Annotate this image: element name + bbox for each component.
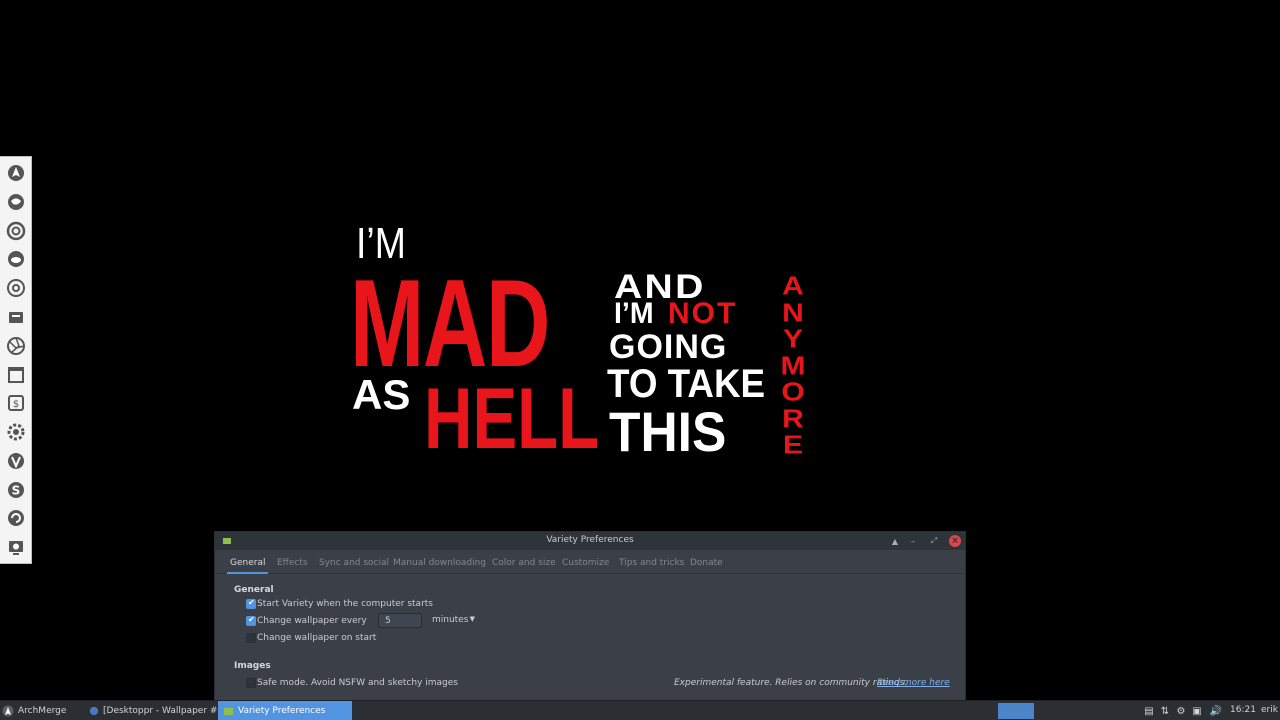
start-on-boot-label[interactable]: Start Variety when the computer starts [257, 599, 433, 609]
svg-text:S: S [12, 484, 21, 498]
wallpaper-anymore-letter: N [782, 299, 804, 328]
wallpaper-anymore-letter: A [782, 272, 804, 301]
safe-mode-checkbox[interactable] [246, 678, 256, 688]
safe-mode-label[interactable]: Safe mode. Avoid NSFW and sketchy images [257, 678, 458, 688]
firefox-icon[interactable] [5, 191, 27, 213]
close-icon[interactable]: × [949, 535, 961, 547]
change-on-start-checkbox[interactable] [246, 633, 256, 643]
wallpaper-word-hell: HELL [424, 371, 600, 467]
wallpaper-word-im-2: I’M [614, 297, 654, 330]
minimize-icon[interactable]: – [907, 535, 919, 547]
tab-donate[interactable]: Donate [690, 558, 723, 568]
wallpaper-word-mad: MAD [350, 255, 550, 393]
left-dock: $ S [0, 156, 32, 564]
tab-general[interactable]: General [226, 558, 269, 574]
aperture-icon[interactable] [5, 335, 27, 357]
cat-icon[interactable] [5, 248, 27, 270]
debian-swirl-icon[interactable] [5, 220, 27, 242]
window-titlebar[interactable]: Variety Preferences ▲ – ⤢ × [215, 532, 965, 550]
window-title: Variety Preferences [546, 535, 634, 545]
browser-icon [89, 705, 99, 717]
svg-text:$: $ [13, 399, 19, 410]
volume-icon[interactable]: 🔊 [1210, 705, 1222, 717]
wallpaper-anymore-letter: Y [782, 325, 803, 354]
wallpaper-anymore-letter: R [782, 405, 804, 434]
tab-customize[interactable]: Customize [562, 558, 609, 568]
wallpaper-anymore-letter: M [780, 352, 806, 381]
archmerge-icon[interactable] [5, 162, 27, 184]
chromium-icon[interactable] [5, 277, 27, 299]
arch-logo-icon [2, 705, 14, 717]
tab-sync-and-social[interactable]: Sync and social [319, 558, 389, 568]
read-more-link[interactable]: Read more here [877, 678, 950, 688]
wallpaper-word-as: AS [352, 371, 411, 418]
variety-preferences-window: Variety Preferences ▲ – ⤢ × General Effe… [214, 531, 966, 703]
start-menu-label: ArchMerge [18, 706, 67, 716]
variety-task-icon [222, 705, 234, 717]
interval-value-input[interactable]: 5 [378, 613, 422, 628]
images-section-heading: Images [234, 661, 271, 671]
general-section-heading: General [234, 585, 274, 595]
user-name[interactable]: erik [1261, 705, 1278, 715]
wallpaper-word-going: GOING [609, 328, 728, 366]
tab-effects[interactable]: Effects [277, 558, 308, 568]
maximize-icon[interactable]: ⤢ [928, 535, 940, 547]
tab-color-and-size[interactable]: Color and size [492, 558, 556, 568]
start-on-boot-checkbox[interactable] [246, 598, 256, 609]
keep-above-icon[interactable]: ▲ [889, 535, 901, 547]
clipboard-icon[interactable]: ▤ [1143, 705, 1155, 717]
wallpaper-word-this: THIS [609, 400, 727, 463]
workspace-pager[interactable] [998, 703, 1034, 719]
task-variety-label: Variety Preferences [238, 706, 326, 716]
wallpaper-word-to-take: TO TAKE [607, 362, 766, 406]
window-icon[interactable] [5, 364, 27, 386]
start-menu-button[interactable]: ArchMerge [2, 701, 72, 720]
files-icon[interactable] [5, 306, 27, 328]
change-on-start-label[interactable]: Change wallpaper on start [257, 633, 376, 643]
screenshot-icon[interactable] [5, 536, 27, 558]
network-updown-icon[interactable]: ⇅ [1159, 705, 1171, 717]
wallpaper-anymore-letter: E [782, 431, 803, 460]
preferences-tabs: General Effects Sync and social Manual d… [215, 550, 965, 574]
dollar-terminal-icon[interactable]: $ [5, 392, 27, 414]
change-wallpaper-every-label[interactable]: Change wallpaper every [257, 616, 367, 626]
taskbar: ArchMerge [Desktoppr - Wallpaper #... Va… [0, 700, 1280, 720]
interval-unit-dropdown[interactable]: minutes ▼ [428, 613, 478, 628]
settings-gear-icon[interactable] [5, 421, 27, 443]
chevron-down-icon: ▼ [469, 615, 475, 623]
interval-unit-value: minutes [432, 615, 469, 625]
wallpaper-word-not: NOT [668, 297, 738, 330]
task-desktoppr-browser[interactable]: [Desktoppr - Wallpaper #... [86, 701, 226, 720]
clock[interactable]: 16:21 [1230, 705, 1256, 715]
experimental-note: Experimental feature. Relies on communit… [674, 678, 908, 688]
tab-tips-and-tricks[interactable]: Tips and tricks [619, 558, 684, 568]
tab-manual-downloading[interactable]: Manual downloading [393, 558, 486, 568]
task-variety-preferences[interactable]: Variety Preferences [218, 701, 352, 720]
skype-icon[interactable]: S [5, 479, 27, 501]
wallpaper-anymore-letter: O [781, 378, 805, 407]
task-desktoppr-label: [Desktoppr - Wallpaper #... [103, 706, 227, 716]
vivaldi-icon[interactable] [5, 450, 27, 472]
settings-gear-tray-icon[interactable]: ⚙ [1175, 705, 1187, 717]
change-wallpaper-every-checkbox[interactable] [246, 615, 256, 626]
image-viewer-icon[interactable]: ▣ [1191, 705, 1203, 717]
refresh-icon[interactable] [5, 507, 27, 529]
